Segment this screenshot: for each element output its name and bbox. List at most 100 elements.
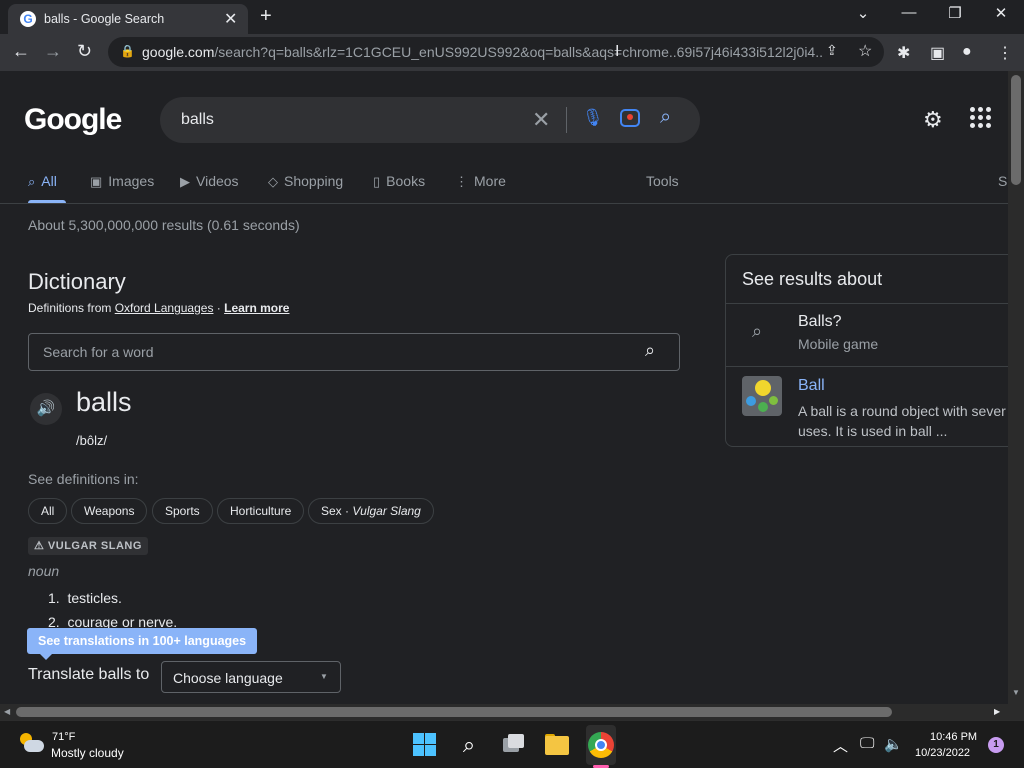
chip-all[interactable]: All xyxy=(28,498,68,524)
result-title[interactable]: Balls? xyxy=(798,313,842,331)
language-select-value: Choose language xyxy=(173,670,283,686)
horizontal-scrollbar[interactable]: ◀ ▶ xyxy=(0,704,1008,720)
weather-description[interactable]: Mostly cloudy xyxy=(51,746,124,760)
file-explorer-icon[interactable] xyxy=(543,731,571,759)
share-icon[interactable]: ⇪ xyxy=(826,42,838,59)
chip-horticulture[interactable]: Horticulture xyxy=(217,498,305,524)
lock-icon: 🔒 xyxy=(120,44,135,58)
microphone-icon[interactable]: 🎙 xyxy=(582,108,604,128)
taskbar: 71°F Mostly cloudy ⌕ ︿ 🖵 🔈 10:46 PM 10/2… xyxy=(0,720,1024,768)
tab-books[interactable]: ▯ Books xyxy=(373,173,425,190)
oxford-languages-link[interactable]: Oxford Languages xyxy=(115,301,214,315)
network-icon[interactable]: 🖵 xyxy=(860,735,874,752)
learn-more-link[interactable]: Learn more xyxy=(224,301,289,315)
tab-more[interactable]: ⋮ More xyxy=(455,173,506,190)
panel-title: See results about xyxy=(742,269,883,289)
scroll-left-icon[interactable]: ◀ xyxy=(4,707,10,716)
dictionary-source: Definitions from Oxford Languages · Lear… xyxy=(28,301,290,315)
see-definitions-label: See definitions in: xyxy=(28,471,139,487)
search-icon[interactable]: ⌕ xyxy=(455,731,483,759)
definition-item: 1. testicles. xyxy=(48,590,122,606)
notification-badge[interactable]: 1 xyxy=(988,737,1004,753)
chip-sex[interactable]: Sex · Vulgar Slang xyxy=(308,498,434,524)
search-icon[interactable]: ⌕ xyxy=(660,106,671,129)
tab-images[interactable]: ▣ Images xyxy=(90,173,154,190)
scroll-corner xyxy=(1008,704,1024,720)
search-icon: ⌕ xyxy=(752,321,763,341)
chip-weapons[interactable]: Weapons xyxy=(71,498,148,524)
volume-icon[interactable]: 🔈 xyxy=(884,735,903,753)
url-text[interactable]: google.com/search?q=balls&rlz=1C1GCEU_en… xyxy=(142,44,822,60)
tab-shopping[interactable]: ◇ Shopping xyxy=(268,173,343,190)
browser-tab[interactable]: G balls - Google Search ✕ xyxy=(8,4,248,34)
chip-sports[interactable]: Sports xyxy=(152,498,213,524)
word-search-placeholder: Search for a word xyxy=(43,344,154,360)
result-stats: About 5,300,000,000 results (0.61 second… xyxy=(28,217,300,233)
tab-title: balls - Google Search xyxy=(44,12,165,26)
tag-icon: ◇ xyxy=(268,174,278,189)
scrollbar-thumb[interactable] xyxy=(1011,75,1021,185)
divider xyxy=(0,203,1008,204)
search-query[interactable]: balls xyxy=(181,111,214,129)
minimize-button[interactable]: — xyxy=(889,4,929,21)
divider xyxy=(726,303,1008,304)
new-tab-button[interactable]: + xyxy=(260,5,272,28)
image-icon: ▣ xyxy=(90,174,103,189)
translations-tooltip[interactable]: See translations in 100+ languages xyxy=(27,628,258,654)
extensions-icon[interactable]: ✱ xyxy=(897,43,910,63)
book-icon: ▯ xyxy=(373,174,381,189)
scrollbar-thumb[interactable] xyxy=(16,707,892,717)
weather-cloudy-icon[interactable] xyxy=(18,733,44,753)
windows-start-icon[interactable] xyxy=(411,731,439,759)
headword: balls xyxy=(76,387,132,417)
ball-thumbnail[interactable] xyxy=(742,376,782,416)
clock-date[interactable]: 10/23/2022 xyxy=(915,747,970,759)
close-tab-icon[interactable]: ✕ xyxy=(224,9,237,29)
clock-time[interactable]: 10:46 PM xyxy=(930,731,977,743)
tab-videos[interactable]: ▶ Videos xyxy=(180,173,239,190)
vulgar-slang-badge: ⚠ VULGAR SLANG xyxy=(28,537,148,555)
search-icon[interactable]: ⌕ xyxy=(645,340,655,361)
google-logo[interactable]: Google xyxy=(24,103,122,137)
apps-grid-icon[interactable] xyxy=(970,107,992,129)
word-search-input[interactable]: Search for a word ⌕ xyxy=(28,333,680,371)
reload-button[interactable]: ↻ xyxy=(77,41,92,62)
search-icon: ⌕ xyxy=(28,174,36,189)
vertical-scrollbar[interactable]: ▲ ▼ xyxy=(1008,71,1024,704)
divider xyxy=(726,366,1008,367)
settings-gear-icon[interactable]: ⚙ xyxy=(923,107,943,133)
close-window-button[interactable]: ✕ xyxy=(981,4,1021,22)
forward-button[interactable]: → xyxy=(44,41,62,62)
restore-button[interactable]: ❐ xyxy=(935,4,975,22)
chevron-up-icon[interactable]: ︿ xyxy=(833,735,848,756)
safesearch-tab[interactable]: S xyxy=(998,173,1007,189)
scroll-down-icon[interactable]: ▼ xyxy=(1012,688,1020,697)
scroll-right-icon[interactable]: ▶ xyxy=(994,707,1000,716)
tab-search-icon[interactable]: ⌄ xyxy=(843,4,883,22)
dictionary-title: Dictionary xyxy=(28,269,126,294)
task-view-icon[interactable] xyxy=(499,731,527,759)
menu-icon[interactable]: ⋮ xyxy=(997,43,1013,63)
result-description: A ball is a round object with sever uses.… xyxy=(798,403,1006,439)
tab-tools[interactable]: Tools xyxy=(646,173,679,189)
camera-lens-icon[interactable] xyxy=(620,109,640,127)
tooltip-arrow xyxy=(40,654,52,660)
divider xyxy=(566,107,567,133)
language-select[interactable]: Choose language ▼ xyxy=(161,661,341,693)
bookmark-star-icon[interactable]: ☆ xyxy=(858,41,872,61)
weather-temperature[interactable]: 71°F xyxy=(52,731,75,743)
clear-icon[interactable]: ✕ xyxy=(532,107,550,133)
tab-all[interactable]: ⌕ All xyxy=(28,173,57,190)
back-button[interactable]: ← xyxy=(12,41,30,62)
result-title[interactable]: Ball xyxy=(798,377,825,395)
dropdown-arrow-icon: ▼ xyxy=(320,672,328,681)
address-bar[interactable]: 🔒 google.com/search?q=balls&rlz=1C1GCEU_… xyxy=(108,37,884,67)
search-box[interactable]: balls ✕ 🎙 ⌕ xyxy=(160,97,700,143)
side-panel-icon[interactable]: ▣ xyxy=(930,43,945,63)
text-cursor-icon: I xyxy=(615,43,620,60)
chrome-icon[interactable] xyxy=(587,731,615,759)
video-icon: ▶ xyxy=(180,174,190,189)
speaker-icon[interactable]: 🔊 xyxy=(30,393,62,425)
profile-icon[interactable]: ● xyxy=(962,43,972,61)
more-vertical-icon: ⋮ xyxy=(455,174,468,189)
